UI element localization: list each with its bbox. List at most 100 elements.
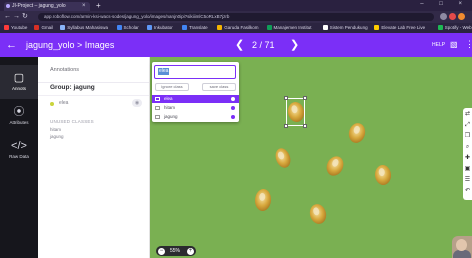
previous-image-icon[interactable]: ❮: [235, 37, 244, 53]
forward-arrow-icon[interactable]: →: [13, 12, 20, 22]
save-class-button[interactable]: save class: [202, 83, 236, 91]
layout-toggle-icon[interactable]: ▧: [450, 39, 458, 51]
annotations-panel: Annotations Group: jagung elea ◉ UNUSED …: [38, 57, 150, 258]
bookmark-favicon-icon: [4, 25, 9, 30]
tab-close-icon[interactable]: ×: [82, 2, 86, 11]
bookmark-item[interactable]: Spotify - Web Player: [437, 24, 472, 32]
bookmark-favicon-icon: [116, 25, 122, 30]
class-option[interactable]: elea: [152, 95, 239, 103]
unused-classes-heading: UNUSED CLASSES: [50, 119, 94, 124]
rail-item-label: Annots: [11, 86, 26, 91]
class-option[interactable]: hitam: [152, 104, 239, 112]
image-pager: 2 / 71: [252, 40, 275, 50]
annotation-class-label: elea: [59, 100, 69, 106]
app-header: ← jagung_yolo > Images ❮ 2 / 71 ❯ HELP ▧…: [0, 33, 472, 57]
bookmark-item[interactable]: Syllabus Mahasiswa: [60, 24, 108, 32]
search-tool-icon[interactable]: ⌕: [464, 143, 471, 152]
resize-tool-icon[interactable]: ⤢: [464, 121, 471, 130]
profile-avatar-icon[interactable]: [458, 13, 465, 20]
extension-icon[interactable]: [440, 13, 447, 20]
rail-item-annotations[interactable]: ▢ Annots: [0, 65, 38, 99]
divider: [38, 95, 149, 96]
class-name-input[interactable]: elea: [154, 65, 236, 79]
bookmark-item[interactable]: Scholar: [116, 24, 139, 32]
resize-handle[interactable]: [284, 96, 288, 100]
bookmark-label: Youtube: [11, 25, 28, 30]
code-icon: </>: [11, 140, 27, 152]
back-arrow-icon[interactable]: ←: [4, 12, 11, 22]
class-color-dot: [231, 106, 235, 110]
bookmark-item[interactable]: Elevate Lab Free Live: [374, 24, 425, 32]
annotation-bounding-box[interactable]: [284, 96, 307, 128]
layers-tool-icon[interactable]: ☰: [464, 176, 471, 185]
new-tab-button[interactable]: +: [96, 1, 101, 10]
window-controls[interactable]: – □ ×: [420, 1, 469, 7]
bookmark-label: Garuda Fasilkom: [224, 25, 259, 30]
webcam-overlay: [452, 236, 472, 258]
browser-tab-bar: JI-Project – jagung_yolo × + – □ ×: [0, 0, 472, 11]
more-menu-icon[interactable]: ⋮: [465, 38, 472, 50]
bookmark-favicon-icon: [217, 25, 223, 30]
bookmark-favicon-icon: [437, 25, 443, 30]
bookmark-label: Inkubator: [153, 25, 173, 30]
bookmark-item[interactable]: Sistem Pendukung: [322, 24, 368, 32]
visibility-eye-icon[interactable]: ◉: [132, 99, 142, 107]
bookmark-favicon-icon: [182, 25, 188, 30]
zoom-in-button[interactable]: +: [187, 247, 194, 255]
bookmark-favicon-icon: [266, 25, 272, 30]
polygon-tool-icon[interactable]: ▣: [464, 165, 471, 174]
class-option-label: jagung: [164, 114, 178, 119]
corn-kernel: [374, 165, 392, 185]
pan-tool-icon[interactable]: ⇄: [464, 110, 471, 119]
rail-item-raw-data[interactable]: </> Raw Data: [0, 133, 38, 167]
corn-kernel: [254, 189, 272, 211]
group-label[interactable]: Group: jagung: [50, 84, 95, 91]
zoom-out-button[interactable]: −: [158, 247, 165, 255]
bookmark-item[interactable]: Manajemen Institut: [266, 24, 312, 32]
back-arrow-icon[interactable]: ←: [6, 37, 17, 53]
corn-kernel: [275, 148, 291, 168]
corn-kernel: [348, 123, 366, 143]
resize-handle[interactable]: [303, 124, 307, 128]
extension-icon[interactable]: [449, 13, 456, 20]
address-bar-row: ← → ↻ app.roboflow.com/armin-ksi-wacs-so…: [0, 11, 472, 23]
bookmark-item[interactable]: Garuda Fasilkom: [217, 24, 259, 32]
class-swatch: [155, 97, 160, 101]
person-silhouette: [453, 250, 471, 258]
attributes-icon: ⦿: [13, 106, 25, 118]
class-color-dot: [231, 115, 235, 119]
rail-item-label: Attributes: [9, 120, 29, 125]
resize-handle[interactable]: [303, 96, 307, 100]
zoom-control: − 55% +: [156, 246, 196, 256]
unused-class-item[interactable]: hitam: [50, 127, 61, 132]
add-tool-icon[interactable]: ✚: [464, 154, 471, 163]
class-option[interactable]: jagung: [152, 113, 239, 121]
breadcrumb[interactable]: jagung_yolo > Images: [26, 38, 114, 52]
bookmark-item[interactable]: Youtube: [4, 24, 27, 32]
bookmark-item[interactable]: Inkubator: [146, 24, 173, 32]
bookmark-favicon-icon: [374, 25, 380, 30]
class-option-label: elea: [164, 96, 173, 101]
bookmark-label: Sistem Pendukung: [329, 25, 368, 30]
browser-tab[interactable]: JI-Project – jagung_yolo ×: [4, 2, 90, 11]
bookmark-label: Spotify - Web Player: [444, 25, 472, 30]
undo-icon[interactable]: ↶: [464, 187, 471, 196]
unused-class-item[interactable]: jagung: [50, 134, 64, 139]
annotation-list-item[interactable]: elea ◉: [50, 99, 144, 109]
url-input[interactable]: app.roboflow.com/armin-ksi-wacs-sodes/ja…: [38, 13, 434, 21]
divider: [38, 82, 149, 83]
bounding-box-tool-icon[interactable]: ❒: [464, 132, 471, 141]
ignore-class-button[interactable]: ignore class: [155, 83, 189, 91]
reload-icon[interactable]: ↻: [22, 12, 28, 22]
bookmark-favicon-icon: [322, 25, 328, 30]
bookmark-favicon-icon: [60, 25, 66, 30]
bookmark-item[interactable]: Gmail: [34, 24, 53, 32]
rail-item-attributes[interactable]: ⦿ Attributes: [0, 99, 38, 133]
help-button[interactable]: HELP: [432, 40, 445, 50]
rail-item-label: Raw Data: [9, 154, 29, 159]
bookmark-favicon-icon: [34, 25, 40, 30]
next-image-icon[interactable]: ❯: [290, 37, 299, 53]
resize-handle[interactable]: [284, 124, 288, 128]
bookmark-favicon-icon: [146, 25, 152, 30]
bookmark-item[interactable]: Translate: [182, 24, 208, 32]
